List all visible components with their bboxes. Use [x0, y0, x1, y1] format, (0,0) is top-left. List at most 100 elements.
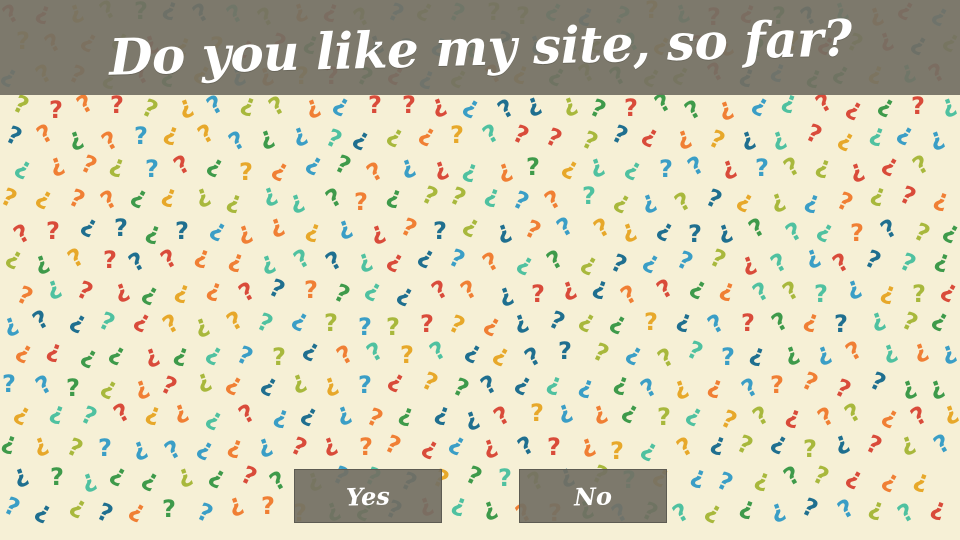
pattern-question-mark-icon: ? — [168, 149, 195, 181]
pattern-question-mark-icon: ? — [624, 94, 638, 122]
pattern-question-mark-icon: ? — [426, 274, 453, 306]
pattern-question-mark-icon: ? — [459, 337, 486, 369]
pattern-question-mark-icon: ? — [652, 342, 679, 374]
pattern-question-mark-icon: ? — [585, 151, 609, 183]
pattern-question-mark-icon: ? — [619, 154, 646, 186]
pattern-question-mark-icon: ? — [258, 180, 282, 212]
pattern-question-mark-icon: ? — [732, 429, 758, 461]
pattern-question-mark-icon: ? — [531, 280, 545, 308]
pattern-question-mark-icon: ? — [255, 123, 279, 155]
pattern-question-mark-icon: ? — [636, 121, 663, 153]
pattern-question-mark-icon: ? — [895, 247, 921, 279]
pattern-question-mark-icon: ? — [354, 188, 368, 216]
pattern-question-mark-icon: ? — [801, 118, 827, 150]
pattern-question-mark-icon: ? — [928, 428, 955, 460]
pattern-question-mark-icon: ? — [8, 89, 34, 121]
pattern-question-mark-icon: ? — [669, 186, 696, 218]
pattern-question-mark-icon: ? — [31, 118, 58, 150]
pattern-question-mark-icon: ? — [672, 123, 696, 155]
pattern-question-mark-icon: ? — [318, 430, 342, 462]
pattern-question-mark-icon: ? — [937, 91, 960, 123]
pattern-question-mark-icon: ? — [76, 149, 102, 181]
pattern-question-mark-icon: ? — [261, 492, 275, 520]
pattern-question-mark-icon: ? — [287, 367, 311, 399]
pattern-question-mark-icon: ? — [477, 246, 504, 278]
pattern-question-mark-icon: ? — [359, 275, 386, 307]
pattern-question-mark-icon: ? — [136, 279, 163, 311]
pattern-question-mark-icon: ? — [766, 186, 790, 218]
pattern-question-mark-icon: ? — [29, 497, 56, 529]
pattern-question-mark-icon: ? — [767, 124, 791, 156]
pattern-question-mark-icon: ? — [616, 397, 643, 429]
pattern-question-mark-icon: ? — [498, 464, 512, 492]
pattern-question-mark-icon: ? — [447, 490, 471, 522]
pattern-question-mark-icon: ? — [684, 273, 711, 305]
pattern-question-mark-icon: ? — [588, 273, 612, 305]
pattern-question-mark-icon: ? — [394, 400, 418, 432]
pattern-question-mark-icon: ? — [232, 340, 258, 372]
pattern-question-mark-icon: ? — [480, 181, 504, 213]
pattern-question-mark-icon: ? — [551, 211, 578, 243]
pattern-question-mark-icon: ? — [94, 306, 120, 338]
pattern-question-mark-icon: ? — [520, 214, 546, 246]
pattern-question-mark-icon: ? — [265, 211, 289, 243]
pattern-question-mark-icon: ? — [30, 369, 57, 401]
pattern-question-mark-icon: ? — [157, 308, 184, 340]
pattern-question-mark-icon: ? — [909, 336, 933, 368]
pattern-question-mark-icon: ? — [224, 490, 248, 522]
pattern-question-mark-icon: ? — [12, 280, 38, 312]
yes-button[interactable]: Yes — [294, 469, 442, 523]
pattern-question-mark-icon: ? — [925, 124, 949, 156]
pattern-question-mark-icon: ? — [512, 430, 539, 462]
pattern-question-mark-icon: ? — [778, 151, 805, 183]
pattern-question-mark-icon: ? — [747, 276, 774, 308]
pattern-question-mark-icon: ? — [699, 497, 726, 529]
pattern-question-mark-icon: ? — [288, 120, 312, 152]
pattern-question-mark-icon: ? — [105, 151, 129, 183]
pattern-question-mark-icon: ? — [682, 150, 709, 182]
pattern-question-mark-icon: ? — [679, 94, 706, 126]
pattern-question-mark-icon: ? — [797, 366, 823, 398]
pattern-question-mark-icon: ? — [541, 122, 567, 154]
pattern-question-mark-icon: ? — [416, 433, 443, 465]
pattern-question-mark-icon: ? — [155, 243, 182, 275]
pattern-question-mark-icon: ? — [233, 218, 257, 250]
pattern-question-mark-icon: ? — [386, 313, 400, 341]
pattern-question-mark-icon: ? — [876, 466, 903, 498]
pattern-question-mark-icon: ? — [391, 280, 418, 312]
pattern-question-mark-icon: ? — [110, 276, 134, 308]
pattern-question-mark-icon: ? — [615, 279, 642, 311]
pattern-question-mark-icon: ? — [574, 372, 598, 404]
pattern-question-mark-icon: ? — [799, 306, 823, 338]
pattern-question-mark-icon: ? — [811, 152, 835, 184]
no-button[interactable]: No — [519, 469, 667, 523]
pattern-question-mark-icon: ? — [202, 275, 226, 307]
pattern-question-mark-icon: ? — [812, 401, 839, 433]
pattern-question-mark-icon: ? — [286, 431, 312, 463]
pattern-question-mark-icon: ? — [669, 373, 693, 405]
pattern-question-mark-icon: ? — [635, 435, 662, 467]
pattern-question-mark-icon: ? — [233, 276, 260, 308]
pattern-question-mark-icon: ? — [731, 186, 758, 218]
pattern-question-mark-icon: ? — [741, 309, 755, 337]
pattern-question-mark-icon: ? — [236, 90, 260, 122]
pattern-question-mark-icon: ? — [832, 493, 859, 525]
pattern-question-mark-icon: ? — [420, 310, 434, 338]
no-button-label: No — [573, 481, 613, 511]
pattern-question-mark-icon: ? — [2, 370, 16, 398]
pattern-question-mark-icon: ? — [544, 305, 570, 337]
pattern-question-mark-icon: ? — [585, 93, 611, 125]
pattern-question-mark-icon: ? — [223, 125, 250, 157]
pattern-question-mark-icon: ? — [667, 497, 694, 529]
pattern-question-mark-icon: ? — [123, 246, 150, 278]
pattern-question-mark-icon: ? — [96, 125, 123, 157]
pattern-question-mark-icon: ? — [860, 244, 886, 276]
pattern-question-mark-icon: ? — [319, 370, 343, 402]
pattern-question-mark-icon: ? — [264, 465, 291, 497]
pattern-question-mark-icon: ? — [361, 336, 388, 368]
pattern-question-mark-icon: ? — [64, 183, 90, 215]
pattern-question-mark-icon: ? — [637, 247, 664, 279]
pattern-question-mark-icon: ? — [937, 338, 960, 370]
pattern-question-mark-icon: ? — [832, 125, 859, 157]
pattern-question-mark-icon: ? — [840, 463, 867, 495]
